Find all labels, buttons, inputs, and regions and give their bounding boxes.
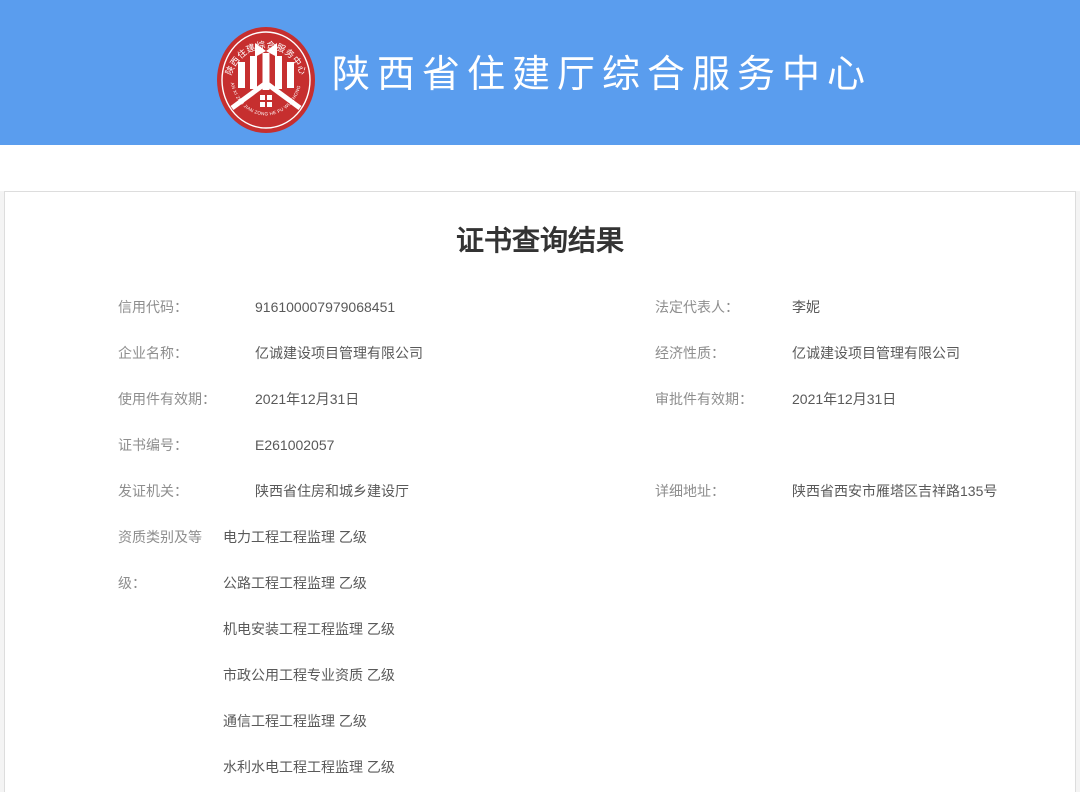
row-spacer bbox=[655, 422, 1075, 468]
field-row-approval-validity: 审批件有效期： 2021年12月31日 bbox=[655, 376, 1075, 422]
qualification-item: 市政公用工程专业资质 乙级 bbox=[223, 652, 655, 698]
agency-seal-logo: 陕西住建综合服务中心 SHAN XI ZHU JIAN ZONG HE FU W… bbox=[216, 26, 316, 134]
field-label: 企业名称： bbox=[118, 330, 223, 376]
qualification-item: 电力工程工程监理 乙级 bbox=[223, 514, 655, 560]
qualification-item: 通信工程工程监理 乙级 bbox=[223, 698, 655, 744]
fields-column-right: 法定代表人： 李妮 经济性质： 亿诚建设项目管理有限公司 审批件有效期： 202… bbox=[655, 284, 1075, 790]
fields-area: 信用代码： 916100007979068451 企业名称： 亿诚建设项目管理有… bbox=[5, 284, 1075, 790]
qualification-section: 资质类别及等级： 电力工程工程监理 乙级 公路工程工程监理 乙级 机电安装工程工… bbox=[118, 514, 655, 790]
field-row-company-name: 企业名称： 亿诚建设项目管理有限公司 bbox=[118, 330, 655, 376]
qualification-item: 公路工程工程监理 乙级 bbox=[223, 560, 655, 606]
field-row-economic-nature: 经济性质： 亿诚建设项目管理有限公司 bbox=[655, 330, 1075, 376]
field-row-usage-validity: 使用件有效期： 2021年12月31日 bbox=[118, 376, 655, 422]
field-value: 916100007979068451 bbox=[255, 284, 395, 330]
field-value: 2021年12月31日 bbox=[792, 376, 896, 422]
field-label: 经济性质： bbox=[655, 330, 760, 376]
field-value: 亿诚建设项目管理有限公司 bbox=[255, 330, 423, 376]
site-title: 陕西省住建厅综合服务中心 bbox=[332, 43, 872, 98]
field-label: 使用件有效期： bbox=[118, 376, 223, 422]
field-row-detailed-address: 详细地址： 陕西省西安市雁塔区吉祥路135号 bbox=[655, 468, 1075, 514]
field-label: 资质类别及等级： bbox=[118, 514, 223, 790]
sub-header-strip bbox=[0, 145, 1080, 191]
page-title: 证书查询结果 bbox=[5, 226, 1075, 256]
header-bar: 陕西住建综合服务中心 SHAN XI ZHU JIAN ZONG HE FU W… bbox=[0, 0, 1080, 145]
field-value: 李妮 bbox=[792, 284, 820, 330]
qualification-list: 电力工程工程监理 乙级 公路工程工程监理 乙级 机电安装工程工程监理 乙级 市政… bbox=[223, 514, 655, 790]
field-value: 2021年12月31日 bbox=[255, 376, 359, 422]
field-value: 亿诚建设项目管理有限公司 bbox=[792, 330, 960, 376]
field-value: E261002057 bbox=[255, 422, 334, 468]
field-row-legal-representative: 法定代表人： 李妮 bbox=[655, 284, 1075, 330]
fields-column-left: 信用代码： 916100007979068451 企业名称： 亿诚建设项目管理有… bbox=[118, 284, 655, 790]
field-row-credit-code: 信用代码： 916100007979068451 bbox=[118, 284, 655, 330]
qualification-item: 机电安装工程工程监理 乙级 bbox=[223, 606, 655, 652]
field-label: 证书编号： bbox=[118, 422, 223, 468]
field-label: 审批件有效期： bbox=[655, 376, 760, 422]
field-row-issuing-authority: 发证机关： 陕西省住房和城乡建设厅 bbox=[118, 468, 655, 514]
result-card: 证书查询结果 信用代码： 916100007979068451 企业名称： 亿诚… bbox=[4, 191, 1076, 792]
field-label: 详细地址： bbox=[655, 468, 760, 514]
field-row-certificate-no: 证书编号： E261002057 bbox=[118, 422, 655, 468]
field-label: 信用代码： bbox=[118, 284, 223, 330]
field-label: 法定代表人： bbox=[655, 284, 760, 330]
field-label: 发证机关： bbox=[118, 468, 223, 514]
field-value: 陕西省西安市雁塔区吉祥路135号 bbox=[792, 468, 997, 514]
field-value: 陕西省住房和城乡建设厅 bbox=[255, 468, 409, 514]
qualification-item: 水利水电工程工程监理 乙级 bbox=[223, 744, 655, 790]
